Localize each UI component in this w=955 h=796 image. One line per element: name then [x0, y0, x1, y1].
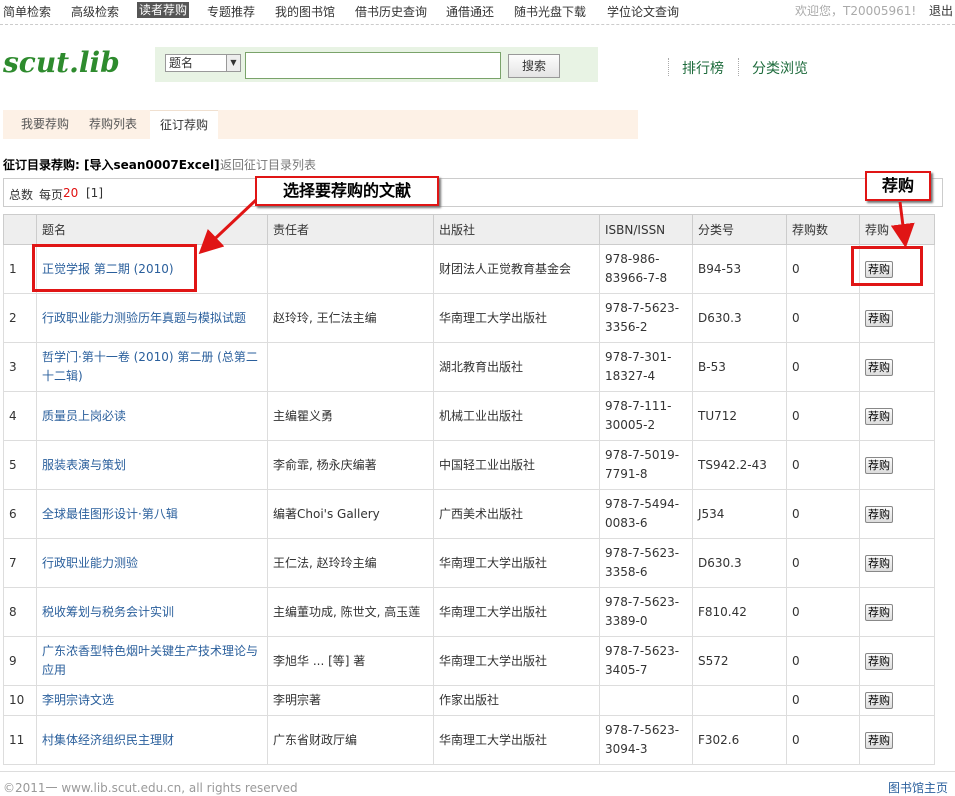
library-home-link[interactable]: 图书馆主页: [888, 779, 948, 796]
arrow-to-button: [890, 201, 915, 248]
footer-divider: [0, 771, 955, 772]
footer-copyright: ©2011一 www.lib.scut.edu.cn, all rights r…: [3, 781, 298, 795]
annotation-arrows: [198, 198, 915, 255]
arrow-to-title: [198, 198, 258, 255]
